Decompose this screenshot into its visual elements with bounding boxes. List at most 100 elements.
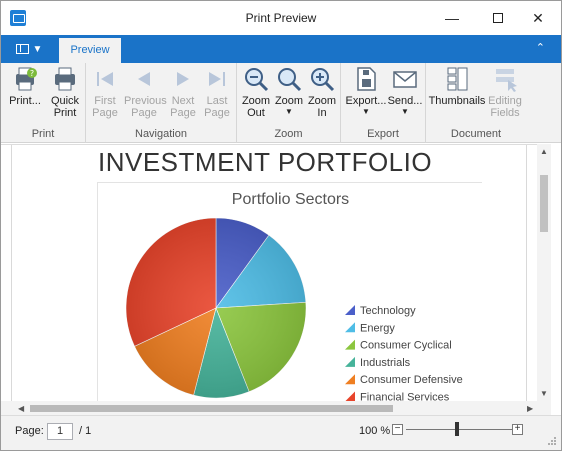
document-page: INVESTMENT PORTFOLIO Portfolio Sectors T… [11,145,527,401]
ribbon-group-document: Thumbnails Editing Fields Document [426,63,526,143]
close-button[interactable]: ✕ [515,1,561,35]
zoom-in-label: Zoom In [307,95,337,119]
ribbon-group-navigation: First Page Previous Page Next Page Last … [86,63,237,143]
quick-print-button[interactable]: Quick Print [47,65,83,119]
previous-page-label: Previous Page [124,95,167,119]
portfolio-chart: Portfolio Sectors Technology Energy Consum… [97,182,482,401]
zoom-out-button[interactable]: Zoom Out [241,65,271,119]
first-page-label: First Page [92,95,118,119]
next-page-icon [169,65,197,93]
export-button[interactable]: Export... ▼ [345,65,387,117]
zoom-slider-track[interactable] [406,429,512,430]
first-page-button[interactable]: First Page [88,65,122,119]
zoom-out-label: Zoom Out [241,95,271,119]
page-number-input[interactable]: 1 [47,423,73,440]
application-menu-button[interactable]: ▼ [7,39,51,59]
ribbon-group-export: Export... ▼ Send... ▼ Export [341,63,426,143]
horizontal-scroll-thumb[interactable] [30,405,393,412]
page-label: Page: [15,425,44,437]
horizontal-scrollbar[interactable]: ◀ ▶ [1,401,551,415]
document-title: INVESTMENT PORTFOLIO [98,147,433,177]
group-label-navigation: Navigation [135,128,187,140]
group-label-export: Export [367,128,399,140]
print-button[interactable]: ? Print... [7,65,43,107]
zoom-minus-button[interactable]: − [392,424,403,435]
first-page-icon [91,65,119,93]
legend-label-financial-services: Financial Services [360,392,450,402]
page-total: / 1 [79,425,92,437]
pie-chart: Technology Energy Consumer Cyclical Industr… [125,217,463,402]
previous-page-icon [130,65,158,93]
scroll-up-icon[interactable]: ▲ [540,147,548,156]
editing-fields-label: Editing Fields [488,95,522,119]
editing-fields-icon [491,65,519,93]
minimize-icon: — [445,10,459,26]
app-menu-icon [15,44,29,54]
legend-label-technology: Technology [360,305,416,317]
ribbon-group-zoom: Zoom Out Zoom ▼ Zoom In Zoom [237,63,341,143]
scroll-left-icon[interactable]: ◀ [18,404,24,413]
scroll-right-icon[interactable]: ▶ [527,404,533,413]
send-button[interactable]: Send... ▼ [387,65,423,117]
legend-swatch-financial-services [345,391,355,401]
zoom-in-button[interactable]: Zoom In [307,65,337,119]
quick-print-label: Quick Print [50,95,80,119]
ribbon-tab-bar: ▼ Preview ⌃ [1,35,561,63]
legend-swatch-technology [345,305,355,315]
status-bar: Page: 1 / 1 100 % − + [1,415,561,450]
group-label-document: Document [450,128,502,140]
maximize-icon [493,13,503,23]
ribbon-panel: ? Print... Quick Print Print First Page … [1,63,561,143]
thumbnails-button[interactable]: Thumbnails [428,65,486,107]
minimize-button[interactable]: — [429,1,475,35]
resize-grip-icon[interactable] [547,436,557,446]
collapse-ribbon-button[interactable]: ⌃ [536,41,545,54]
thumbnails-icon [443,65,471,93]
legend-swatch-energy [345,322,355,333]
legend-swatch-industrials [345,356,355,367]
send-label: Send... [387,95,423,107]
chevron-down-icon: ▼ [362,107,370,116]
chevron-up-icon: ⌃ [535,42,545,54]
export-icon [352,65,380,93]
last-page-button[interactable]: Last Page [202,65,232,119]
title-bar: Print Preview — ✕ [1,1,561,35]
vertical-scrollbar[interactable]: ▲ ▼ [537,144,551,401]
print-preview-window: Print Preview — ✕ ▼ Preview ⌃ ? Print...… [0,0,562,451]
editing-fields-button[interactable]: Editing Fields [488,65,522,119]
group-label-print: Print [31,128,55,140]
zoom-icon [275,65,303,93]
legend-label-energy: Energy [360,322,395,334]
zoom-out-icon [242,65,270,93]
zoom-dropdown-button[interactable]: Zoom ▼ [273,65,305,117]
legend-label-industrials: Industrials [360,357,411,369]
zoom-slider-thumb[interactable] [455,422,459,436]
ribbon-group-print: ? Print... Quick Print Print [1,63,86,143]
quick-print-icon [51,65,79,93]
vertical-scroll-thumb[interactable] [540,175,548,232]
chevron-down-icon: ▼ [32,43,43,55]
chevron-down-icon: ▼ [285,107,293,116]
zoom-in-icon [308,65,336,93]
print-button-label: Print... [9,95,41,107]
send-email-icon [391,65,419,93]
legend-label-consumer-defensive: Consumer Defensive [360,374,463,386]
legend-swatch-consumer-defensive [345,374,355,385]
next-page-label: Next Page [170,95,196,119]
tab-preview[interactable]: Preview [59,38,121,63]
zoom-label: Zoom [274,95,304,107]
scroll-down-icon[interactable]: ▼ [540,389,548,398]
printer-options-icon: ? [11,65,39,93]
group-label-zoom: Zoom [274,128,303,140]
close-icon: ✕ [532,9,544,26]
export-label: Export... [345,95,387,107]
zoom-plus-button[interactable]: + [512,424,523,435]
thumbnails-label: Thumbnails [428,95,486,107]
previous-page-button[interactable]: Previous Page [124,65,167,119]
last-page-icon [203,65,231,93]
next-page-button[interactable]: Next Page [168,65,198,119]
zoom-level: 100 % [359,425,391,437]
preview-area[interactable]: INVESTMENT PORTFOLIO Portfolio Sectors T… [1,144,537,401]
legend-swatch-consumer-cyclical [345,339,355,350]
svg-text:?: ? [30,69,34,78]
